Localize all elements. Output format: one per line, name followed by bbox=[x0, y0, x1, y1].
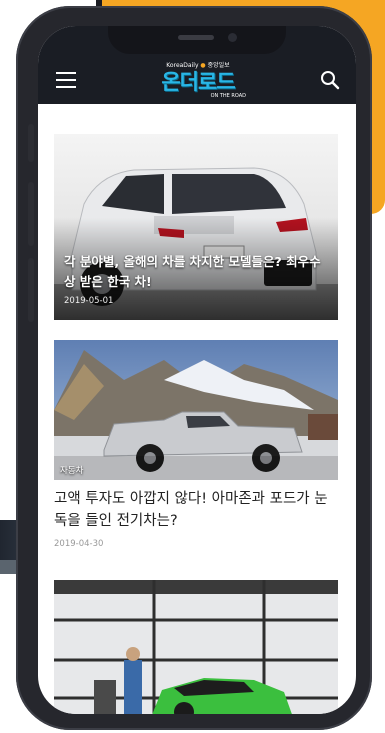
phone-mute-switch bbox=[28, 124, 34, 162]
category-label: 자동차 bbox=[60, 466, 84, 476]
article-image[interactable]: 자동차 bbox=[54, 340, 338, 480]
notch-speaker bbox=[178, 35, 214, 40]
logo-wordmark: 온더로드 bbox=[161, 70, 235, 94]
logo-publisher-en: KoreaDaily bbox=[166, 62, 199, 69]
logo-dot-icon: ● bbox=[200, 62, 206, 69]
logo-publisher: KoreaDaily ● 중앙일보 bbox=[148, 60, 248, 69]
article-card[interactable] bbox=[54, 580, 338, 714]
article-card[interactable]: 자동차 고액 투자도 아깝지 않다! 아마존과 포드가 눈독을 들인 전기차는?… bbox=[54, 340, 338, 560]
article-card[interactable]: 각 분야별, 올해의 차를 차지한 모델들은? 최우수상 받은 한국 차! 20… bbox=[54, 134, 338, 320]
article-date: 2019-05-01 bbox=[64, 296, 114, 306]
article-title[interactable]: 고액 투자도 아깝지 않다! 아마존과 포드가 눈독을 들인 전기차는? bbox=[54, 488, 334, 532]
phone-notch bbox=[108, 26, 286, 54]
menu-icon[interactable] bbox=[56, 72, 76, 88]
phone-volume-up bbox=[28, 182, 34, 246]
phone-screen: KoreaDaily ● 중앙일보 온더로드 ON THE ROAD 각 분야별… bbox=[38, 26, 356, 714]
site-logo[interactable]: KoreaDaily ● 중앙일보 온더로드 ON THE ROAD bbox=[148, 60, 248, 100]
article-date: 2019-04-30 bbox=[54, 539, 104, 549]
article-image[interactable] bbox=[54, 580, 338, 714]
notch-camera bbox=[228, 33, 237, 42]
search-icon[interactable] bbox=[320, 70, 340, 90]
article-image[interactable] bbox=[54, 134, 338, 320]
logo-publisher-kr: 중앙일보 bbox=[207, 62, 230, 69]
logo-subtitle: ON THE ROAD bbox=[210, 93, 246, 99]
article-title[interactable]: 각 분야별, 올해의 차를 차지한 모델들은? 최우수상 받은 한국 차! bbox=[64, 252, 332, 292]
phone-volume-down bbox=[28, 258, 34, 322]
